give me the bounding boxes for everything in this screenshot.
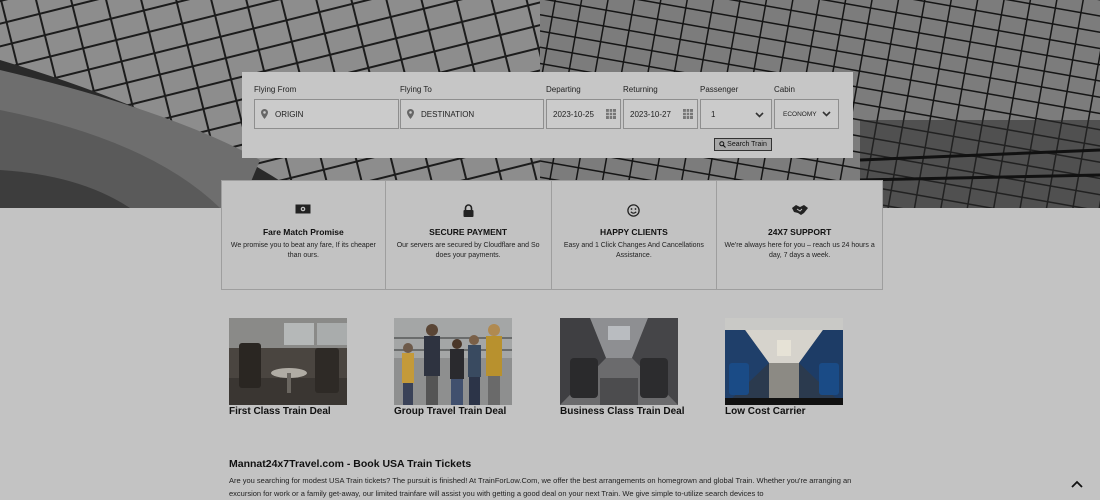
flying-to-label: Flying To: [400, 85, 432, 94]
search-icon: [719, 141, 727, 148]
flying-from-label: Flying From: [254, 85, 297, 94]
chevron-down-icon: [755, 111, 764, 120]
about-title: Mannat24x7Travel.com - Book USA Train Ti…: [229, 458, 472, 470]
feature-card: HAPPY CLIENTS Easy and 1 Click Changes A…: [551, 180, 718, 290]
hero-banner: Flying From ORIGIN Flying To DESTINATION…: [0, 0, 1100, 208]
passenger-label: Passenger: [700, 85, 739, 94]
cabin-value: ECONOMY: [783, 110, 817, 118]
origin-placeholder: ORIGIN: [275, 109, 304, 119]
feature-title: HAPPY CLIENTS: [599, 227, 668, 237]
chevron-up-icon: [1071, 475, 1083, 493]
low-cost-cabin-image[interactable]: [725, 318, 843, 405]
deal-title[interactable]: Low Cost Carrier: [725, 406, 850, 417]
feature-text: We promise you to beat any fare, If its …: [230, 242, 376, 259]
cabin-label: Cabin: [774, 85, 795, 94]
departing-date-value: 2023-10-25: [553, 109, 594, 119]
deal-card[interactable]: Business Class Train Deal: [560, 318, 685, 417]
search-panel: Flying From ORIGIN Flying To DESTINATION…: [242, 72, 853, 158]
map-pin-icon: [401, 109, 419, 119]
feature-card: SECURE PAYMENT Our servers are secured b…: [385, 180, 552, 290]
destination-input[interactable]: DESTINATION: [400, 99, 544, 129]
deal-title[interactable]: Business Class Train Deal: [560, 406, 685, 417]
business-class-cabin-image[interactable]: [560, 318, 678, 405]
smiley-icon: [552, 204, 717, 218]
passenger-select[interactable]: 1: [700, 99, 772, 129]
feature-title: SECURE PAYMENT: [429, 227, 508, 237]
deal-card[interactable]: Low Cost Carrier: [725, 318, 850, 417]
feature-card: Fare Match Promise We promise you to bea…: [221, 180, 386, 290]
chevron-down-icon: [822, 111, 831, 119]
feature-title: 24X7 SUPPORT: [767, 227, 832, 237]
scroll-to-top-button[interactable]: [1068, 477, 1086, 491]
departing-label: Departing: [546, 85, 581, 94]
about-section: Mannat24x7Travel.com - Book USA Train Ti…: [229, 458, 859, 500]
features-row: Fare Match Promise We promise you to bea…: [221, 180, 883, 290]
cabin-select[interactable]: ECONOMY: [774, 99, 839, 129]
departing-date-input[interactable]: 2023-10-25: [546, 99, 621, 129]
feature-text: Easy and 1 Click Changes And Cancellatio…: [563, 242, 704, 259]
deal-card[interactable]: Group Travel Train Deal: [394, 318, 519, 417]
calendar-icon[interactable]: [606, 109, 616, 121]
feature-title: Fare Match Promise: [262, 227, 344, 237]
origin-input[interactable]: ORIGIN: [254, 99, 399, 129]
returning-date-value: 2023-10-27: [630, 109, 671, 119]
lock-icon: [386, 204, 551, 218]
deal-title[interactable]: Group Travel Train Deal: [394, 406, 519, 417]
deal-card[interactable]: First Class Train Deal: [229, 318, 354, 417]
passenger-value: 1: [711, 109, 716, 119]
destination-placeholder: DESTINATION: [421, 109, 475, 119]
money-icon: [222, 204, 385, 218]
group-travel-image[interactable]: [394, 318, 512, 405]
search-button-label: Search Train: [727, 141, 767, 148]
about-text: Are you searching for modest USA Train t…: [229, 476, 852, 498]
handshake-icon: [717, 204, 882, 218]
feature-text: Our servers are secured by Cloudflare an…: [396, 242, 540, 259]
feature-card: 24X7 SUPPORT We're always here for you –…: [717, 180, 883, 290]
calendar-icon[interactable]: [683, 109, 693, 121]
deal-title[interactable]: First Class Train Deal: [229, 406, 354, 417]
map-pin-icon: [255, 109, 273, 119]
first-class-cabin-image[interactable]: [229, 318, 347, 405]
search-train-button[interactable]: Search Train: [714, 138, 772, 151]
returning-label: Returning: [623, 85, 658, 94]
returning-date-input[interactable]: 2023-10-27: [623, 99, 698, 129]
feature-text: We're always here for you – reach us 24 …: [724, 242, 875, 259]
